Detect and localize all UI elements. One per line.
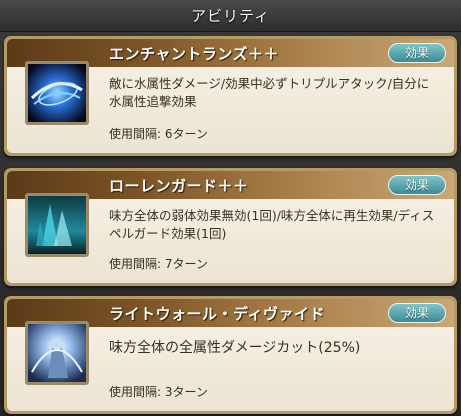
panel-header: アビリティ (0, 0, 461, 32)
ability-card[interactable]: エンチャントランズ＋＋ 効果 敵に水属性ダメージ/効果中必ずトリプルアタック/自… (4, 36, 457, 156)
effect-button[interactable]: 効果 (388, 175, 446, 195)
ability-card[interactable]: ローレンガード＋＋ 効果 味方全体の弱体効果無効(1回)/味方全体に再生効果/デ… (4, 168, 457, 286)
ability-card-body: エンチャントランズ＋＋ 効果 敵に水属性ダメージ/効果中必ずトリプルアタック/自… (7, 39, 454, 153)
ability-card-body: ライトウォール・ディヴァイド 効果 味方全体の全属性ダメージカット(25%) 使… (7, 299, 454, 411)
ability-name: ローレンガード＋＋ (109, 177, 249, 195)
panel-title: アビリティ (190, 7, 271, 25)
ability-description: 味方全体の全属性ダメージカット(25%) (109, 340, 361, 356)
ability-name: エンチャントランズ＋＋ (109, 45, 280, 63)
ability-cooldown: 使用間隔: 7ターン (109, 257, 208, 271)
ability-card[interactable]: ライトウォール・ディヴァイド 効果 味方全体の全属性ダメージカット(25%) 使… (4, 296, 457, 414)
effect-button[interactable]: 効果 (388, 43, 446, 63)
ability-cooldown: 使用間隔: 3ターン (109, 385, 208, 399)
ability-panel: アビリティ エンチャントランズ＋＋ 効果 敵に水属性ダメージ/効果中必ずトリプル… (0, 0, 461, 416)
ability-card-body: ローレンガード＋＋ 効果 味方全体の弱体効果無効(1回)/味方全体に再生効果/デ… (7, 171, 454, 283)
water-slash-icon (25, 61, 89, 125)
ability-name: ライトウォール・ディヴァイド (109, 305, 325, 323)
ability-description: 敵に水属性ダメージ/効果中必ずトリプルアタック/自分に水属性追撃効果 (109, 76, 430, 109)
light-wall-icon (25, 321, 89, 385)
effect-button[interactable]: 効果 (388, 303, 446, 323)
ability-cooldown: 使用間隔: 6ターン (109, 127, 208, 141)
water-shield-icon (25, 193, 89, 257)
ability-description: 味方全体の弱体効果無効(1回)/味方全体に再生効果/ディスペルガード効果(1回) (109, 208, 435, 241)
